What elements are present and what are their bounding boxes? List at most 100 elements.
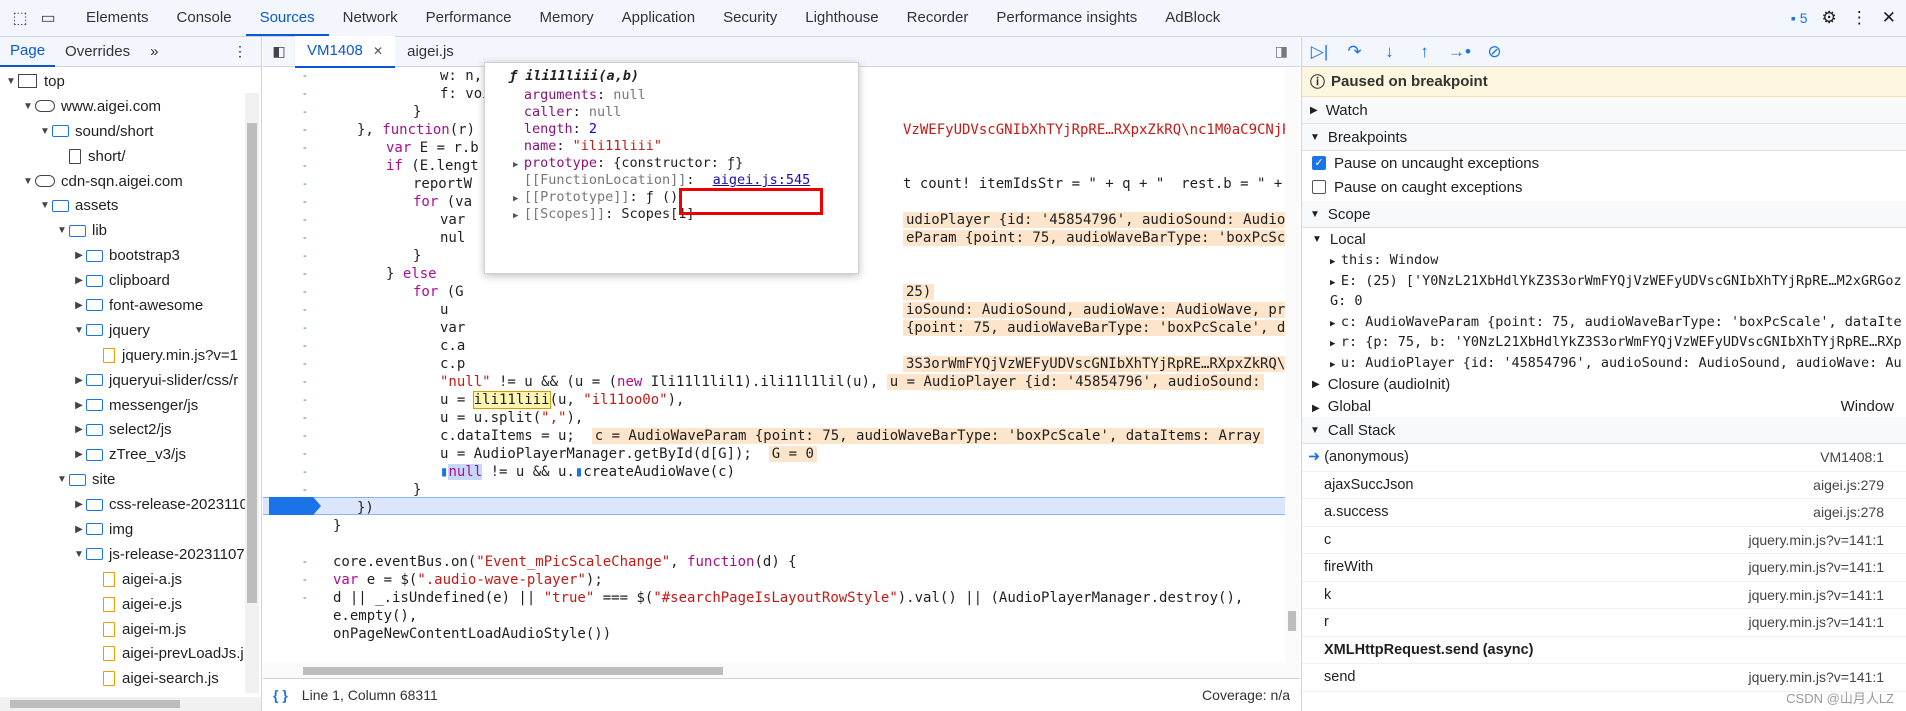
line-number[interactable]: -	[303, 448, 307, 460]
tab-application[interactable]: Application	[608, 0, 709, 36]
line-number[interactable]: -	[303, 250, 307, 262]
call-frame[interactable]: a.success aigei.js:278	[1302, 499, 1906, 527]
line-number[interactable]: -	[303, 70, 307, 82]
line-number[interactable]: -	[303, 286, 307, 298]
scope-variable[interactable]: ▶ this: Window	[1302, 250, 1906, 271]
line-number[interactable]: -	[303, 466, 307, 478]
tree-item[interactable]: jquery.min.js?v=1	[0, 343, 261, 368]
tree-item[interactable]: ▶ jqueryui-slider/css/r	[0, 368, 261, 393]
checkbox-checked[interactable]: ✓	[1312, 156, 1326, 170]
step-icon[interactable]: →•	[1442, 42, 1477, 62]
tree-item[interactable]: ▶ font-awesome	[0, 293, 261, 318]
line-number[interactable]: -	[303, 142, 307, 154]
line-number[interactable]: -	[303, 232, 307, 244]
device-toolbar-icon[interactable]: ▭	[34, 4, 62, 32]
frame-location[interactable]: jquery.min.js?v=141:1	[1748, 559, 1884, 575]
settings-gear-icon[interactable]: ⚙	[1822, 8, 1837, 28]
chevron-down-icon[interactable]: ▼	[38, 126, 52, 137]
navigator-h-scrollbar[interactable]	[0, 697, 261, 711]
frame-location[interactable]: jquery.min.js?v=141:1	[1748, 614, 1884, 630]
tab-network[interactable]: Network	[329, 0, 412, 36]
tab-performance-insights[interactable]: Performance insights	[982, 0, 1151, 36]
tab-lighthouse[interactable]: Lighthouse	[791, 0, 892, 36]
scrollbar-thumb[interactable]	[1288, 611, 1296, 631]
line-number[interactable]: -	[303, 268, 307, 280]
tree-item[interactable]: ▶ select2/js	[0, 417, 261, 442]
chevron-down-icon[interactable]: ▼	[72, 325, 86, 336]
scope-section[interactable]: ▼ Scope	[1302, 201, 1906, 228]
tree-item[interactable]: ▶ bootstrap3	[0, 243, 261, 268]
closure-scope[interactable]: ▶ Closure (audioInit)	[1302, 373, 1906, 395]
editor-v-scrollbar[interactable]	[1285, 68, 1299, 678]
call-frame[interactable]: k jquery.min.js?v=141:1	[1302, 582, 1906, 609]
navigator-menu-icon[interactable]: ⋮	[233, 43, 247, 60]
tree-item[interactable]: aigei-a.js	[0, 567, 261, 592]
chevron-right-icon[interactable]: ▶	[72, 449, 86, 460]
local-scope[interactable]: ▼ Local	[1302, 228, 1906, 250]
line-number[interactable]: -	[303, 214, 307, 226]
tree-item[interactable]: ▶ messenger/js	[0, 393, 261, 418]
tree-item[interactable]: ▼ assets	[0, 193, 261, 218]
step-over-icon[interactable]: ↷	[1337, 42, 1372, 62]
deactivate-breakpoints-icon[interactable]: ⊘	[1477, 42, 1512, 62]
close-devtools-icon[interactable]: ✕	[1882, 8, 1896, 28]
line-number[interactable]: -	[303, 340, 307, 352]
scope-variable[interactable]: ▶ u: AudioPlayer {id: '45854796', audioS…	[1302, 353, 1906, 374]
tab-recorder[interactable]: Recorder	[893, 0, 983, 36]
more-menu-icon[interactable]: ⋮	[1851, 8, 1868, 28]
tree-item[interactable]: ▼ site	[0, 467, 261, 492]
chevron-right-icon[interactable]: ▶	[72, 499, 86, 510]
call-frame[interactable]: c jquery.min.js?v=141:1	[1302, 527, 1906, 554]
line-number[interactable]: -	[303, 394, 307, 406]
chevron-right-icon[interactable]: ▶	[72, 250, 86, 261]
frame-location[interactable]: VM1408:1	[1820, 449, 1884, 465]
chevron-down-icon[interactable]: ▼	[72, 549, 86, 560]
line-number[interactable]: -	[303, 574, 307, 586]
tab-security[interactable]: Security	[709, 0, 791, 36]
tree-item[interactable]: ▶ zTree_v3/js	[0, 442, 261, 467]
scrollbar-thumb[interactable]	[303, 667, 723, 675]
inspect-element-icon[interactable]: ⬚	[6, 4, 34, 32]
call-frame[interactable]: r jquery.min.js?v=141:1	[1302, 609, 1906, 637]
call-frame[interactable]: ➜ (anonymous) VM1408:1	[1302, 444, 1906, 472]
breakpoints-section[interactable]: ▼ Breakpoints	[1302, 124, 1906, 151]
frame-location[interactable]: jquery.min.js?v=141:1	[1748, 669, 1884, 685]
chevron-down-icon[interactable]: ▼	[21, 176, 35, 187]
tab-sources[interactable]: Sources	[245, 0, 329, 36]
line-number[interactable]: -	[303, 322, 307, 334]
global-scope[interactable]: ▶ Global Window	[1302, 395, 1906, 417]
line-number[interactable]: -	[303, 556, 307, 568]
line-number[interactable]: -	[303, 484, 307, 496]
scrollbar-thumb[interactable]	[247, 123, 257, 603]
tree-item[interactable]: aigei-m.js	[0, 617, 261, 642]
scope-variable[interactable]: ▶ c: AudioWaveParam {point: 75, audioWav…	[1302, 312, 1906, 333]
navigator-scrollbar[interactable]	[245, 93, 259, 693]
tree-item[interactable]: ▶ clipboard	[0, 268, 261, 293]
tree-item[interactable]: ▼ js-release-20231107	[0, 542, 261, 567]
line-number[interactable]: -	[303, 358, 307, 370]
toggle-debugger-icon[interactable]: ◨	[1275, 43, 1288, 60]
chevron-down-icon[interactable]: ▼	[38, 200, 52, 211]
line-number[interactable]: -	[303, 502, 307, 514]
scope-variable[interactable]: ▶ E: (25) ['Y0NzL21XbHdlYkZ3S3orWmFYQjVz…	[1302, 271, 1906, 292]
tree-item[interactable]: aigei-prevLoadJs.j	[0, 641, 261, 666]
issues-badge[interactable]: ▪ 5	[1791, 10, 1808, 26]
call-frame[interactable]: fireWith jquery.min.js?v=141:1	[1302, 554, 1906, 582]
tab-overrides[interactable]: Overrides	[55, 37, 140, 66]
tree-item[interactable]: ▼ cdn-sqn.aigei.com	[0, 169, 261, 194]
step-out-icon[interactable]: ↑	[1407, 42, 1442, 62]
frame-location[interactable]: aigei.js:278	[1813, 504, 1884, 520]
chevron-right-icon[interactable]: ▶	[72, 424, 86, 435]
frame-location[interactable]: aigei.js:279	[1813, 477, 1884, 493]
pause-caught-row[interactable]: Pause on caught exceptions	[1302, 175, 1906, 199]
tree-item[interactable]: aigei-search.js	[0, 666, 261, 691]
watch-section[interactable]: ▶ Watch	[1302, 97, 1906, 124]
pretty-print-icon[interactable]: { }	[273, 687, 288, 703]
line-gutter[interactable]: - - - - - - - - - - - - - - - - - - - - - - - - - - - -	[263, 68, 333, 678]
line-number[interactable]: -	[303, 88, 307, 100]
tree-item[interactable]: short/	[0, 144, 261, 169]
line-number[interactable]: -	[303, 430, 307, 442]
function-location-link[interactable]: aigei.js:545	[713, 172, 811, 188]
tab-vm1408[interactable]: VM1408 ✕	[295, 35, 396, 68]
chevron-right-icon[interactable]: ▶	[72, 524, 86, 535]
